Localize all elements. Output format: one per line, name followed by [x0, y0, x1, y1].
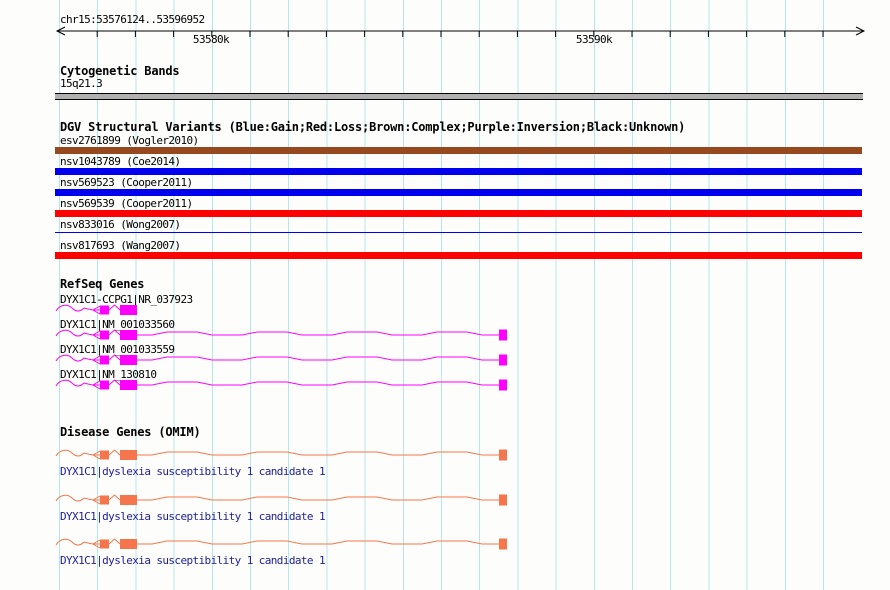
variant-label: nsv1043789 (Coe2014) — [60, 155, 181, 168]
track-title-refseq: RefSeq Genes — [60, 277, 145, 291]
variant-bar[interactable] — [55, 168, 862, 175]
variant-bar[interactable] — [55, 189, 862, 196]
variant-label: nsv833016 (Wong2007) — [60, 218, 181, 231]
track-title-dgv: DGV Structural Variants (Blue:Gain;Red:L… — [60, 120, 686, 134]
variant-bar[interactable] — [55, 210, 862, 217]
variant-label: nsv569523 (Cooper2011) — [60, 176, 193, 189]
genome-browser-panel: chr15:53576124..53596952 53580k 53590k C… — [0, 0, 890, 590]
gene-model-glyph[interactable] — [0, 372, 890, 398]
cytoband-bar[interactable] — [55, 93, 863, 100]
variant-bar[interactable] — [55, 147, 862, 154]
track-title-cytobands: Cytogenetic Bands — [60, 64, 180, 78]
variant-label: esv2761899 (Vogler2010) — [60, 134, 199, 147]
variant-bar[interactable] — [55, 252, 862, 259]
track-title-omim: Disease Genes (OMIM) — [60, 425, 201, 439]
variant-bar[interactable] — [55, 232, 862, 233]
disease-gene-label: DYX1C1|dyslexia susceptibility 1 candida… — [60, 465, 326, 478]
disease-gene-label: DYX1C1|dyslexia susceptibility 1 candida… — [60, 510, 326, 523]
ruler-tick-label: 53590k — [575, 33, 613, 46]
cytoband-label: 15q21.3 — [60, 77, 103, 90]
disease-gene-label: DYX1C1|dyslexia susceptibility 1 candida… — [60, 554, 326, 567]
variant-label: nsv569539 (Cooper2011) — [60, 197, 193, 210]
variant-label: nsv817693 (Wang2007) — [60, 239, 181, 252]
ruler-tick-label: 53580k — [192, 33, 230, 46]
ruler-region-label: chr15:53576124..53596952 — [60, 13, 205, 26]
